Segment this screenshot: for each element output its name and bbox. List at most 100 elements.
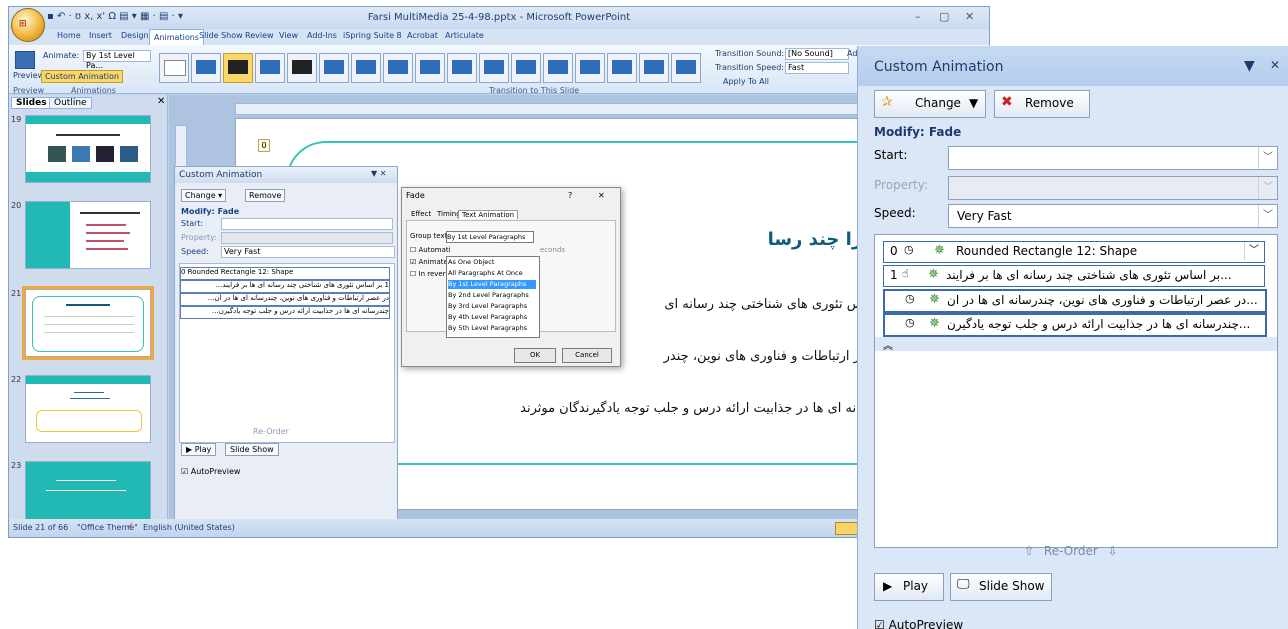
small-change-button[interactable]: Change ▾	[181, 189, 227, 202]
tab-view[interactable]: View	[279, 31, 298, 40]
tab-review[interactable]: Review	[245, 31, 274, 40]
apply-to-all-button[interactable]: Apply To All	[723, 77, 769, 86]
transition-tile[interactable]	[415, 53, 445, 83]
clock-icon: ◷	[904, 243, 914, 256]
automatically-checkbox[interactable]: ☐ Automati	[410, 246, 451, 254]
animation-item[interactable]: ◷ ✵ ...در عصر ارتباطات و فناوری های نوین…	[883, 289, 1267, 313]
group-text-option[interactable]: By 4th Level Paragraphs	[448, 313, 536, 322]
transition-tile[interactable]	[511, 53, 541, 83]
small-animation-item[interactable]: 0 Rounded Rectangle 12: Shape	[180, 267, 390, 280]
transition-tile[interactable]	[319, 53, 349, 83]
animation-item[interactable]: ◷ ✵ ...چندرسانه ای ها در جذابیت ارائه در…	[883, 313, 1267, 337]
preview-icon[interactable]	[15, 51, 35, 69]
cancel-button[interactable]: Cancel	[562, 348, 612, 363]
custom-animation-button[interactable]: Custom Animation	[41, 70, 123, 83]
tab-outline[interactable]: Outline	[49, 97, 92, 109]
transition-tile[interactable]	[479, 53, 509, 83]
transition-tile[interactable]	[543, 53, 573, 83]
office-button[interactable]: ⊞	[11, 8, 45, 42]
language-indicator[interactable]: English (United States)	[143, 523, 235, 532]
small-animation-item[interactable]: 1 بر اساس تئوری های شناختی چند رسانه ای …	[180, 280, 390, 293]
transition-tile[interactable]	[639, 53, 669, 83]
group-text-option-selected[interactable]: By 1st Level Paragraphs	[448, 280, 536, 289]
transition-tile[interactable]	[607, 53, 637, 83]
start-dropdown[interactable]: ﹀	[948, 146, 1278, 170]
help-icon[interactable]: ?	[568, 191, 572, 200]
group-text-option[interactable]: By 5th Level Paragraphs	[448, 324, 536, 333]
ok-button[interactable]: OK	[514, 348, 556, 363]
animation-item[interactable]: 1 ☝ ✵ ...بر اساس تئوری های شناختی چند رس…	[883, 265, 1265, 287]
tab-ispring[interactable]: iSpring Suite 8	[343, 31, 402, 40]
up-arrow-icon[interactable]: ⇧	[1024, 544, 1034, 558]
tab-insert[interactable]: Insert	[89, 31, 112, 40]
small-autopreview-checkbox[interactable]: ☑ AutoPreview	[181, 467, 240, 476]
slide-show-button[interactable]: 🖵 Slide Show	[950, 573, 1052, 601]
down-arrow-icon[interactable]: ⇩	[1108, 544, 1118, 558]
transition-tile[interactable]	[671, 53, 701, 83]
quick-access-toolbar[interactable]: ▪ ↶ · ʊ x, x' Ω ▤ ▾ ▦ · ▤ · ▾	[47, 11, 183, 22]
group-text-dropdown[interactable]: By 1st Level Paragraphs	[446, 231, 534, 243]
group-text-options-list[interactable]: As One Object All Paragraphs At Once By …	[446, 256, 540, 338]
small-reorder-label[interactable]: Re-Order	[253, 427, 289, 436]
small-animation-item[interactable]: در عصر ارتباطات و فناوری های نوین، چندرس…	[180, 293, 390, 306]
spellcheck-icon[interactable]: ✓	[127, 521, 134, 530]
reorder-control[interactable]: ⇧ Re-Order ⇩	[1024, 544, 1118, 558]
transition-tile[interactable]	[159, 53, 189, 83]
transition-tile[interactable]	[575, 53, 605, 83]
small-speed-dropdown[interactable]: Very Fast	[221, 246, 395, 258]
transition-tile-selected[interactable]	[223, 53, 253, 83]
dialog-close-icon[interactable]: ✕	[598, 191, 605, 200]
speed-dropdown[interactable]: Very Fast ﹀	[948, 204, 1278, 228]
small-remove-button[interactable]: Remove	[245, 189, 286, 202]
close-icon[interactable]: ✕	[965, 10, 974, 23]
tab-text-animation[interactable]: Text Animation	[458, 210, 519, 219]
play-button[interactable]: ▶ Play	[874, 573, 944, 601]
tab-acrobat[interactable]: Acrobat	[407, 31, 438, 40]
transition-tile[interactable]	[255, 53, 285, 83]
small-slide-show-button[interactable]: Slide Show	[225, 443, 279, 456]
transition-tile[interactable]	[447, 53, 477, 83]
preview-button[interactable]: Preview	[13, 71, 44, 80]
transition-tile[interactable]	[191, 53, 221, 83]
tab-effect[interactable]: Effect	[408, 210, 434, 218]
animation-item[interactable]: 0 ◷ ✵ Rounded Rectangle 12: Shape ﹀	[883, 241, 1265, 263]
tab-slides[interactable]: Slides	[11, 97, 52, 109]
autopreview-checkbox[interactable]: ☑ AutoPreview	[874, 618, 963, 629]
small-start-dropdown[interactable]	[221, 218, 393, 230]
small-animation-item[interactable]: چندرسانه ای ها در جذابیت ارائه درس و جلب…	[180, 306, 390, 319]
tab-design[interactable]: Design	[121, 31, 149, 40]
animate-attached-checkbox[interactable]: ☑ Animate	[410, 258, 448, 266]
pane-menu-icon[interactable]: ▼	[1244, 58, 1255, 74]
tab-home[interactable]: Home	[57, 31, 81, 40]
group-text-option[interactable]: By 3rd Level Paragraphs	[448, 302, 536, 311]
transition-tile[interactable]	[383, 53, 413, 83]
maximize-icon[interactable]: ▢	[939, 10, 949, 23]
slide-thumbnail[interactable]	[25, 115, 151, 183]
group-text-option[interactable]: By 2nd Level Paragraphs	[448, 291, 536, 300]
animate-dropdown[interactable]: By 1st Level Pa...	[83, 50, 151, 70]
pane-close-icon[interactable]: ✕	[1270, 58, 1280, 72]
close-pane-icon[interactable]: ✕	[157, 96, 165, 107]
slide-thumbnail-selected[interactable]	[22, 286, 154, 360]
slide-thumbnail[interactable]	[25, 375, 151, 443]
small-pane-menu-icon[interactable]: ▼ ✕	[371, 169, 386, 178]
tab-slide-show[interactable]: Slide Show	[199, 31, 243, 40]
group-text-option[interactable]: As One Object	[448, 258, 536, 267]
transition-tile[interactable]	[351, 53, 381, 83]
slide-bullet-3[interactable]: چندرسانه ای ها در جذابیت ارائه درس و جلب…	[520, 401, 896, 416]
slide-thumbnail[interactable]	[25, 201, 151, 269]
transition-sound-dropdown[interactable]: [No Sound]	[785, 48, 849, 60]
minimize-icon[interactable]: –	[915, 10, 921, 23]
tab-animations[interactable]: Animations	[149, 29, 204, 45]
expand-bar[interactable]: ︽	[875, 337, 1277, 352]
transition-speed-dropdown[interactable]: Fast	[785, 62, 849, 74]
small-play-button[interactable]: ▶ Play	[181, 443, 217, 456]
group-text-option[interactable]: All Paragraphs At Once	[448, 269, 536, 278]
change-button[interactable]: ✰ Change ▼	[874, 90, 986, 118]
remove-button[interactable]: ✖ Remove	[994, 90, 1090, 118]
tab-articulate[interactable]: Articulate	[445, 31, 484, 40]
small-property-label: Property:	[181, 233, 217, 242]
tab-add-ins[interactable]: Add-Ins	[307, 31, 337, 40]
transition-tile[interactable]	[287, 53, 317, 83]
chevron-down-icon[interactable]: ﹀	[1244, 242, 1263, 260]
